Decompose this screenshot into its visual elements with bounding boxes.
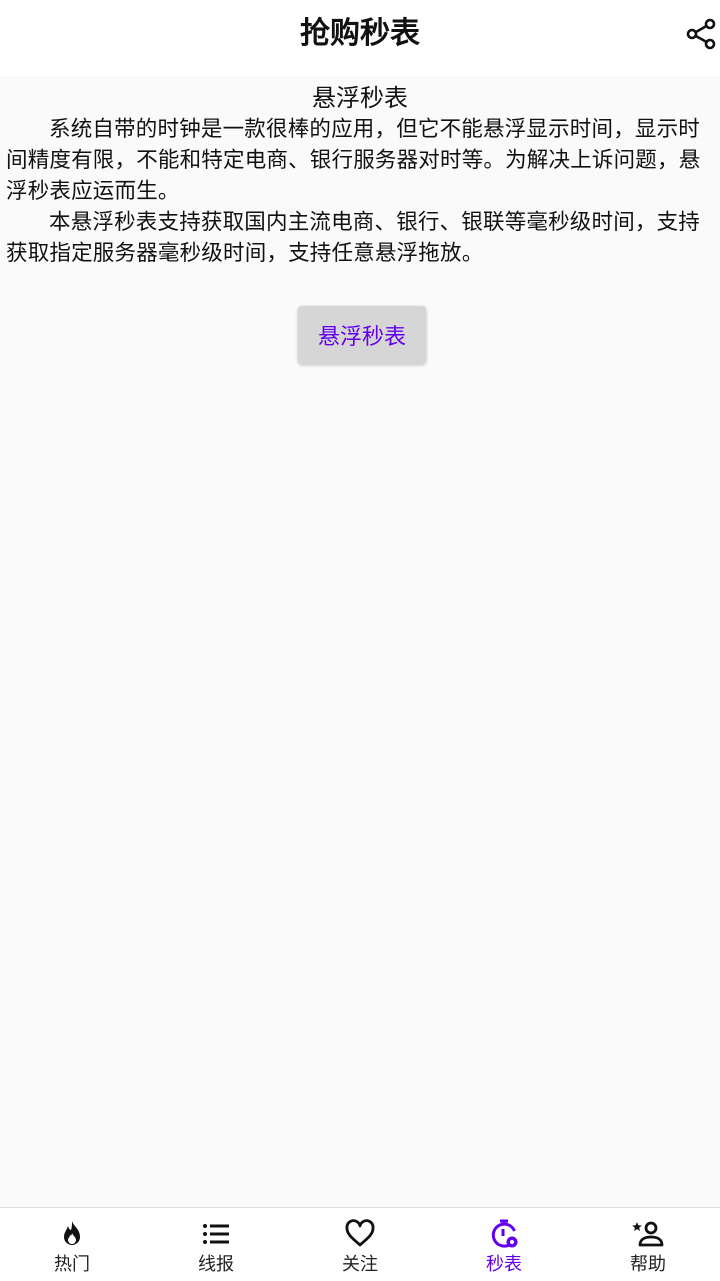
stopwatch-icon — [491, 1219, 518, 1248]
app-title: 抢购秒表 — [300, 16, 420, 51]
nav-item-follow[interactable]: 关注 — [288, 1208, 432, 1281]
heart-icon — [345, 1219, 375, 1247]
main-content: 悬浮秒表 系统自带的时钟是一款很棒的应用，但它不能悬浮显示时间，显示时间精度有限… — [0, 76, 720, 269]
person-star-icon — [632, 1221, 664, 1247]
description-paragraph: 本悬浮秒表支持获取国内主流电商、银行、银联等毫秒级时间，支持获取指定服务器毫秒级… — [6, 210, 701, 266]
bottom-navigation: 热门 线报 关注 秒表 帮助 — [0, 1207, 720, 1281]
floating-stopwatch-button[interactable]: 悬浮秒表 — [298, 306, 426, 364]
description-paragraph: 系统自带的时钟是一款很棒的应用，但它不能悬浮显示时间，显示时间精度有限，不能和特… — [6, 117, 701, 204]
nav-label: 关注 — [342, 1254, 378, 1275]
app-bar: 抢购秒表 — [0, 0, 720, 76]
nav-item-stopwatch[interactable]: 秒表 — [432, 1208, 576, 1281]
nav-label: 线报 — [198, 1254, 234, 1275]
nav-item-help[interactable]: 帮助 — [576, 1208, 720, 1281]
nav-label: 帮助 — [630, 1254, 666, 1275]
share-icon[interactable] — [684, 16, 716, 52]
section-title: 悬浮秒表 — [312, 84, 408, 112]
nav-item-deals[interactable]: 线报 — [144, 1208, 288, 1281]
nav-label: 热门 — [54, 1254, 90, 1275]
nav-label: 秒表 — [486, 1254, 522, 1275]
list-icon — [203, 1224, 229, 1244]
nav-item-hot[interactable]: 热门 — [0, 1208, 144, 1281]
flame-icon — [64, 1221, 80, 1245]
